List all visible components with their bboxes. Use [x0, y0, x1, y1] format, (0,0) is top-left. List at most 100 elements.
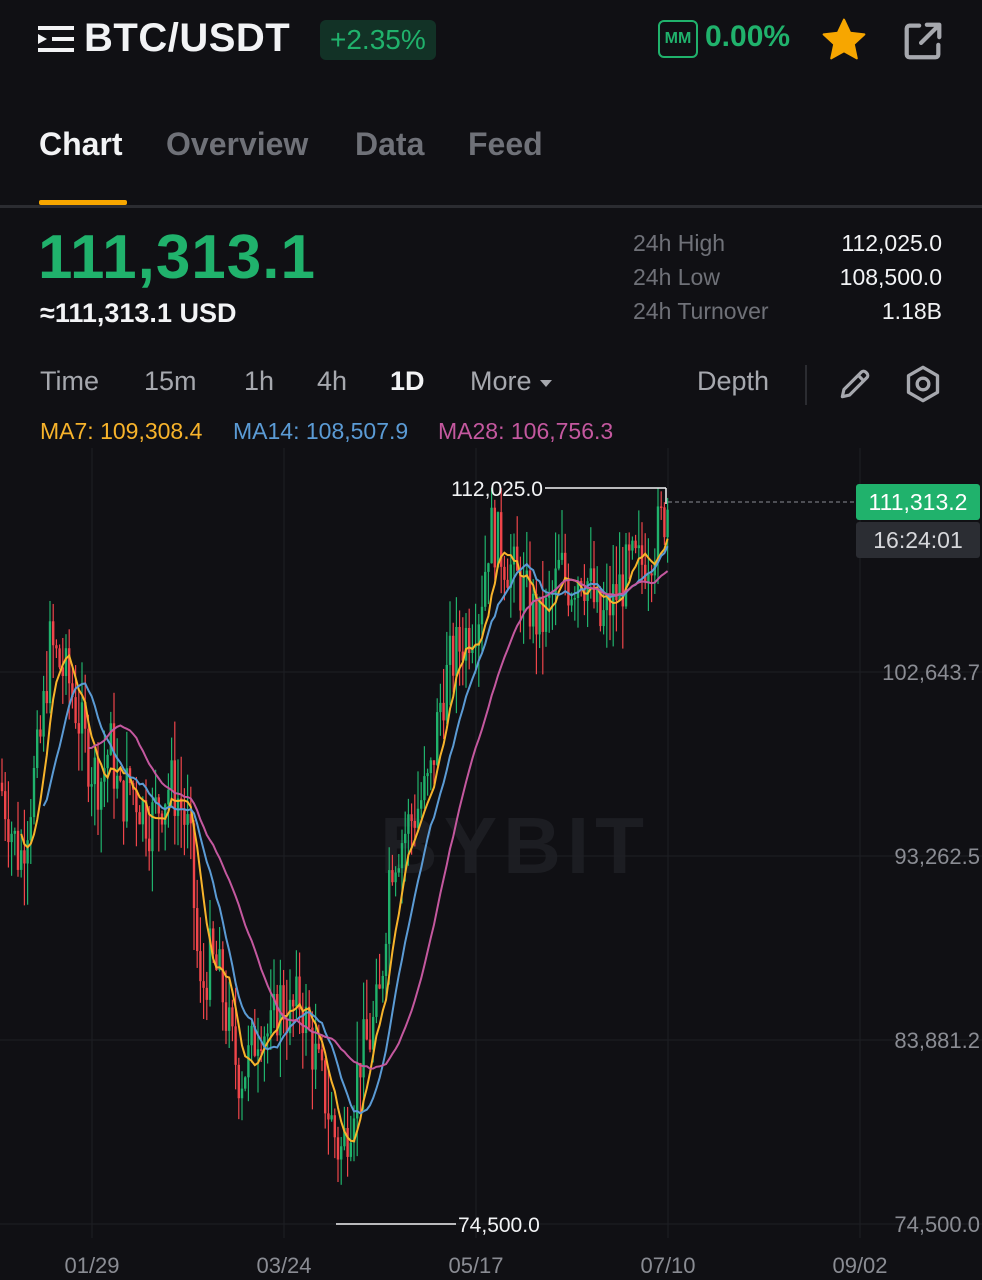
candle-body	[557, 559, 560, 569]
candle-body	[589, 568, 592, 582]
settings-icon[interactable]	[903, 364, 943, 404]
ma7-label: MA7: 109,308.4	[40, 418, 203, 444]
external-link-icon[interactable]	[900, 18, 946, 64]
candle-body	[317, 1043, 320, 1050]
candle-body	[26, 840, 29, 864]
candle-body	[397, 868, 400, 873]
candle-body	[480, 606, 484, 625]
candle-body	[228, 1007, 231, 1031]
y-axis-label: 83,881.2	[894, 1028, 980, 1053]
stat-label-high: 24h High	[633, 230, 726, 256]
tab-bar: Chart Overview Data Feed	[0, 110, 982, 208]
candlestick-chart[interactable]: 112,025.0 74,500.0 102,643.7 93,262.5 83,88…	[0, 448, 982, 1280]
candle-body	[448, 635, 452, 665]
candle-body	[564, 552, 567, 580]
candle-body	[260, 1049, 263, 1051]
candle-body	[490, 507, 493, 564]
candle-body	[381, 975, 384, 989]
timeframe-time[interactable]: Time	[40, 366, 99, 397]
candle-body	[29, 817, 32, 841]
candle-body	[116, 775, 119, 789]
candle-body	[36, 729, 39, 768]
candle-body	[55, 645, 58, 649]
depth-button[interactable]: Depth	[697, 366, 769, 397]
timeframe-more[interactable]: More	[470, 366, 553, 397]
countdown-badge: 16:24:01	[856, 522, 980, 558]
candle-body	[445, 664, 448, 721]
candle-body	[221, 949, 224, 1003]
candle-body	[420, 800, 423, 809]
candle-body	[378, 984, 381, 989]
candle-body	[660, 506, 663, 508]
toolbar-divider	[805, 365, 807, 405]
candle-body	[23, 850, 26, 864]
candle-body	[244, 1077, 247, 1089]
candle-body	[340, 1146, 343, 1160]
candle-body	[615, 584, 618, 601]
candle-body	[266, 1033, 269, 1037]
timeframe-15m[interactable]: 15m	[144, 366, 197, 397]
candle-body	[426, 773, 429, 777]
active-tab-indicator	[39, 200, 127, 205]
candle-body	[573, 598, 576, 600]
y-axis-label: 102,643.7	[882, 660, 980, 685]
stat-label-low: 24h Low	[633, 264, 720, 290]
pair-title[interactable]: BTC/USDT	[84, 16, 290, 61]
tab-chart[interactable]: Chart	[39, 126, 123, 163]
pencil-icon[interactable]	[836, 365, 874, 403]
timeframe-4h[interactable]: 4h	[317, 366, 347, 397]
header: BTC/USDT +2.35% MM 0.00%	[0, 0, 982, 80]
candle-body	[68, 648, 71, 684]
candle-body	[247, 1045, 250, 1078]
candle-body	[624, 544, 628, 607]
tab-overview[interactable]: Overview	[166, 126, 308, 163]
candle-body	[493, 507, 496, 568]
last-price: 111,313.1	[38, 223, 316, 292]
candle-body	[74, 697, 77, 724]
candle-body	[644, 564, 647, 583]
star-icon[interactable]	[820, 16, 868, 64]
candle-body	[628, 544, 631, 551]
candle-body	[106, 754, 109, 769]
candle-body	[90, 784, 93, 787]
candle-body	[269, 1010, 272, 1034]
candle-body	[458, 626, 461, 652]
caret-down-icon	[540, 379, 553, 387]
candle-body	[205, 987, 208, 1000]
list-menu-icon[interactable]	[38, 24, 74, 54]
high-marker-label: 112,025.0	[451, 478, 543, 501]
candle-body	[666, 509, 669, 538]
candle-body	[20, 850, 23, 870]
candle-body	[45, 691, 48, 704]
candle-body	[125, 768, 128, 822]
candle-body	[468, 627, 471, 653]
candle-body	[250, 1025, 253, 1046]
candle-body	[432, 760, 436, 765]
candle-body	[602, 610, 605, 627]
candle-body	[410, 814, 413, 821]
mm-icon[interactable]: MM	[658, 20, 698, 58]
tab-data[interactable]: Data	[355, 126, 424, 163]
stat-value-high: 112,025.0	[841, 230, 942, 256]
timeframe-1h[interactable]: 1h	[244, 366, 274, 397]
tab-feed[interactable]: Feed	[468, 126, 543, 163]
candle-body	[320, 1049, 324, 1061]
candle-body	[384, 943, 388, 976]
mm-value[interactable]: 0.00%	[705, 20, 790, 54]
candle-body	[423, 776, 426, 801]
candle-body	[13, 830, 16, 834]
candle-body	[391, 870, 394, 883]
candle-body	[394, 872, 397, 883]
candle-body	[48, 621, 52, 704]
y-axis-label: 74,500.0	[894, 1212, 980, 1237]
candle-body	[436, 712, 439, 765]
candle-body	[413, 820, 416, 828]
candle-body	[119, 775, 122, 781]
candle-body	[186, 814, 189, 825]
timeframe-1d[interactable]: 1D	[390, 366, 425, 397]
candle-body	[167, 789, 170, 805]
candle-body	[87, 728, 90, 787]
candle-body	[148, 838, 151, 852]
chart-axes: 102,643.7 93,262.5 83,881.2 74,500.0 01/29 03…	[64, 660, 980, 1278]
candle-body	[618, 574, 621, 601]
